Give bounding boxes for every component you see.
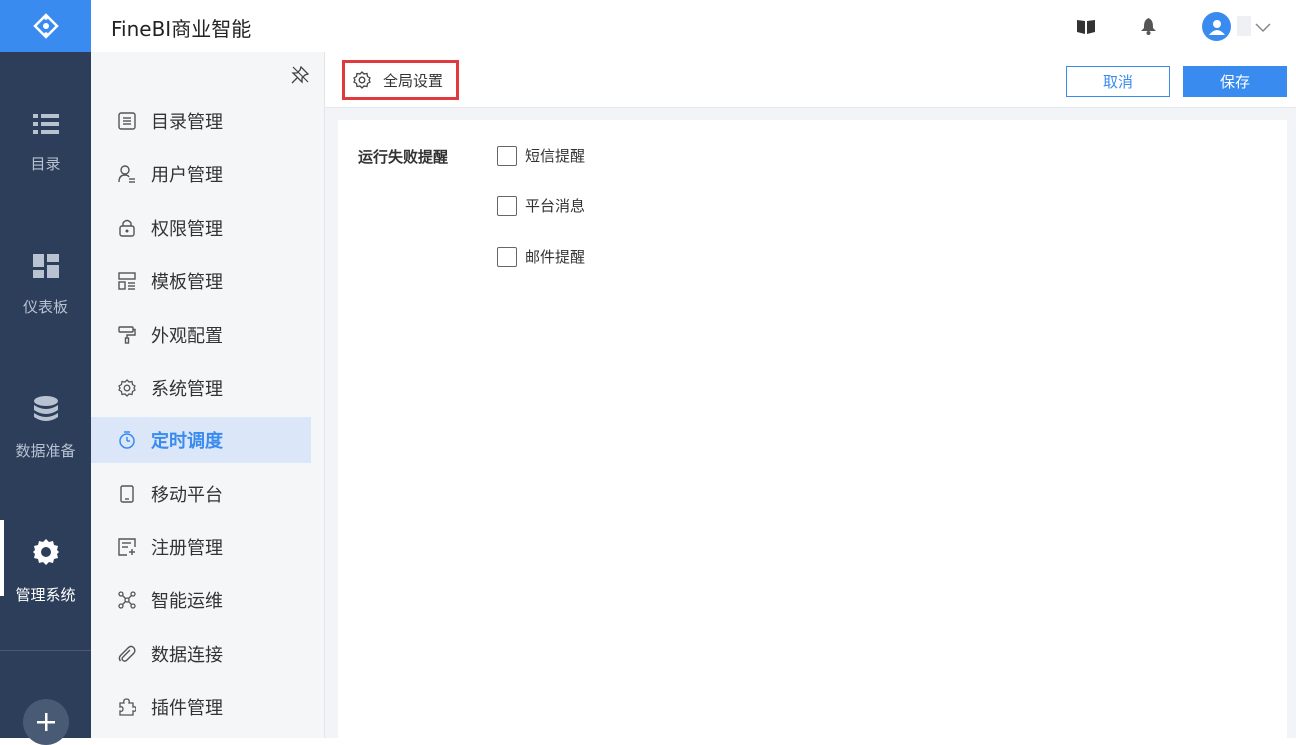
app-title: FineBI商业智能 — [111, 17, 252, 41]
paint-roller-icon — [117, 325, 137, 345]
sidebar-item-label: 外观配置 — [151, 326, 223, 347]
user-avatar[interactable] — [1202, 12, 1231, 41]
sidebar-item-permissions[interactable]: 权限管理 — [91, 205, 311, 251]
network-icon — [117, 590, 137, 610]
global-settings-button[interactable]: 全局设置 — [342, 60, 459, 100]
content-toolbar: 全局设置 取消 保存 — [325, 52, 1296, 108]
email-alert-checkbox[interactable] — [497, 246, 517, 267]
sidebar-item-data-connection[interactable]: 数据连接 — [91, 631, 311, 677]
lock-icon — [117, 218, 137, 238]
option-label: 邮件提醒 — [525, 248, 586, 266]
timer-icon — [117, 430, 137, 450]
app-logo[interactable] — [0, 0, 91, 52]
catalog-icon — [117, 111, 137, 131]
rail-item-label: 数据准备 — [15, 441, 76, 460]
gear-icon — [117, 378, 137, 398]
gear-icon — [353, 71, 371, 89]
rail-item-catalog[interactable]: 目录 — [0, 88, 91, 198]
sidebar-item-label: 数据连接 — [151, 645, 223, 666]
sidebar-item-plugins[interactable]: 插件管理 — [91, 684, 311, 730]
top-header: FineBI商业智能 — [91, 0, 1296, 52]
platform-message-option[interactable]: 平台消息 — [497, 195, 585, 216]
chevron-down-icon[interactable] — [1255, 18, 1271, 37]
sidebar-item-label: 权限管理 — [151, 219, 223, 240]
add-button[interactable] — [23, 699, 69, 745]
main-rail: 目录 仪表板 数据准备 管理系统 — [0, 0, 91, 745]
sidebar-item-mobile[interactable]: 移动平台 — [91, 471, 311, 517]
bell-icon[interactable] — [1138, 16, 1158, 36]
dashboard-icon — [32, 253, 59, 282]
plus-icon — [37, 713, 55, 731]
global-settings-label: 全局设置 — [383, 71, 444, 90]
save-button[interactable]: 保存 — [1183, 66, 1287, 97]
option-label: 平台消息 — [525, 197, 586, 215]
rail-divider — [0, 650, 91, 651]
register-icon — [117, 537, 137, 557]
sidebar-item-scheduling[interactable]: 定时调度 — [91, 417, 311, 463]
sidebar-item-label: 注册管理 — [151, 538, 223, 559]
database-icon — [33, 395, 59, 426]
sidebar-item-registration[interactable]: 注册管理 — [91, 524, 311, 570]
template-icon — [117, 271, 137, 291]
gear-icon — [32, 538, 60, 570]
settings-card: 运行失败提醒 短信提醒 平台消息 邮件提醒 — [338, 120, 1287, 738]
sidebar-item-label: 插件管理 — [151, 698, 223, 719]
sidebar-item-catalog[interactable]: 目录管理 — [91, 98, 311, 144]
rail-item-label: 管理系统 — [15, 585, 76, 604]
failure-alert-label: 运行失败提醒 — [358, 148, 449, 166]
cancel-button[interactable]: 取消 — [1066, 66, 1170, 97]
pin-icon[interactable] — [291, 65, 310, 88]
user-avatar-icon — [1208, 19, 1225, 35]
admin-sidebar: 目录管理 用户管理 权限管理 模板管理 外观配置 系统管理 定时调度 移动平台 … — [91, 52, 324, 738]
sidebar-item-ops[interactable]: 智能运维 — [91, 577, 311, 623]
sidebar-item-appearance[interactable]: 外观配置 — [91, 312, 311, 358]
rail-item-dashboard[interactable]: 仪表板 — [0, 230, 91, 340]
sidebar-item-label: 系统管理 — [151, 379, 223, 400]
user-icon — [117, 164, 137, 184]
sidebar-item-label: 移动平台 — [151, 485, 223, 506]
sms-alert-checkbox[interactable] — [497, 145, 517, 166]
puzzle-icon — [117, 697, 137, 717]
paperclip-icon — [117, 644, 137, 664]
email-alert-option[interactable]: 邮件提醒 — [497, 246, 585, 267]
rail-item-label: 目录 — [30, 154, 61, 173]
list-icon — [32, 113, 59, 139]
logo-icon — [32, 13, 59, 39]
option-label: 短信提醒 — [525, 147, 586, 165]
sidebar-item-label: 定时调度 — [151, 431, 223, 452]
rail-item-data-prep[interactable]: 数据准备 — [0, 373, 91, 483]
user-name[interactable] — [1237, 16, 1251, 36]
sidebar-item-users[interactable]: 用户管理 — [91, 151, 311, 197]
sidebar-item-templates[interactable]: 模板管理 — [91, 258, 311, 304]
rail-item-admin[interactable]: 管理系统 — [0, 516, 91, 626]
sidebar-item-label: 模板管理 — [151, 272, 223, 293]
sidebar-item-label: 智能运维 — [151, 591, 223, 612]
mobile-icon — [117, 484, 137, 504]
sidebar-item-label: 用户管理 — [151, 165, 223, 186]
sidebar-item-label: 目录管理 — [151, 112, 223, 133]
book-icon[interactable] — [1076, 16, 1096, 36]
rail-item-label: 仪表板 — [22, 297, 68, 316]
platform-message-checkbox[interactable] — [497, 195, 517, 216]
sidebar-item-system[interactable]: 系统管理 — [91, 365, 311, 411]
sms-alert-option[interactable]: 短信提醒 — [497, 145, 585, 166]
